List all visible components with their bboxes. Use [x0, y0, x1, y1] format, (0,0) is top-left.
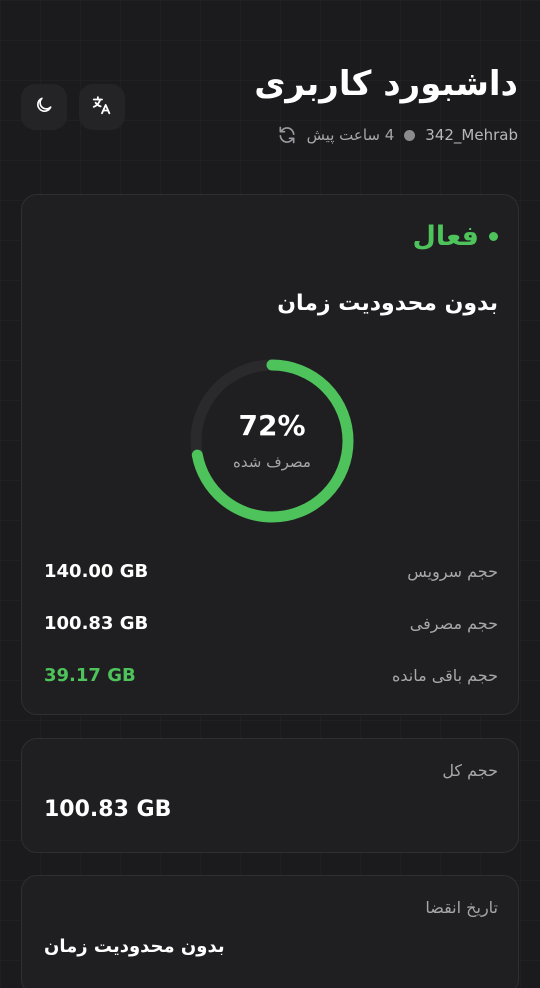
- plan-duration: بدون محدودیت زمان: [277, 291, 498, 316]
- stat-row-service: 140.00 GB حجم سرویس: [44, 558, 498, 584]
- stat-value: 39.17 GB: [44, 664, 136, 686]
- stat-label: حجم مصرفی: [409, 613, 498, 633]
- total-value: 100.83 GB: [44, 797, 172, 822]
- page-title: داشبورد کاربری: [254, 64, 518, 104]
- language-button[interactable]: [79, 84, 125, 130]
- status-badge: فعال: [412, 221, 498, 252]
- dashboard-header: داشبورد کاربری 342_Mehrab 4 ساعت پیش: [0, 0, 540, 190]
- stat-value: 140.00 GB: [44, 560, 149, 582]
- usage-caption: مصرف شده: [233, 453, 311, 471]
- total-label: حجم کل: [442, 761, 498, 780]
- stat-row-remaining: 39.17 GB حجم باقی مانده: [44, 662, 498, 688]
- refresh-icon[interactable]: [277, 125, 297, 145]
- theme-toggle-button[interactable]: [21, 84, 67, 130]
- total-volume-card: حجم کل 100.83 GB: [21, 738, 519, 853]
- usage-card: فعال بدون محدودیت زمان 72% مصرف شده 140.…: [21, 194, 519, 715]
- separator-dot: [404, 129, 416, 141]
- translate-icon: [91, 94, 113, 120]
- moon-icon: [34, 95, 54, 119]
- stat-label: حجم سرویس: [407, 561, 498, 581]
- usage-percent: 72%: [238, 409, 306, 442]
- stat-row-used: 100.83 GB حجم مصرفی: [44, 610, 498, 636]
- status-dot: [489, 232, 498, 241]
- last-update-time: 4 ساعت پیش: [306, 126, 395, 144]
- usage-ring-text: 72% مصرف شده: [188, 357, 356, 525]
- stat-value: 100.83 GB: [44, 612, 149, 634]
- expiry-card: تاریخ انقضا بدون محدودیت زمان: [21, 875, 519, 988]
- user-meta: 342_Mehrab 4 ساعت پیش: [277, 124, 518, 146]
- expiry-label: تاریخ انقضا: [425, 898, 498, 917]
- status-label: فعال: [412, 221, 480, 252]
- username: 342_Mehrab: [425, 126, 518, 144]
- stat-label: حجم باقی مانده: [391, 665, 498, 685]
- expiry-value: بدون محدودیت زمان: [44, 936, 225, 957]
